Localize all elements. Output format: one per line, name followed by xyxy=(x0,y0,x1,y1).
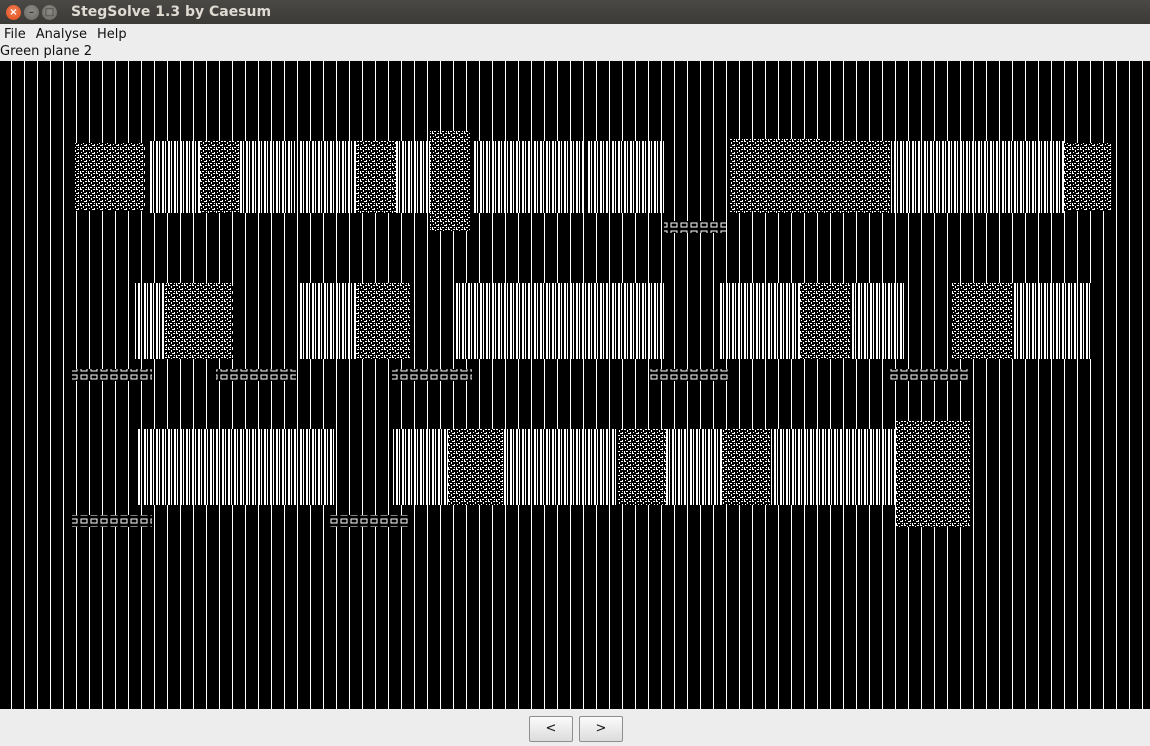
hidden-text-line-2 xyxy=(72,283,1092,381)
previous-plane-button[interactable]: < xyxy=(529,716,573,742)
close-window-button[interactable]: × xyxy=(6,4,21,20)
window-controls: × – □ xyxy=(6,4,57,20)
menu-bar: File Analyse Help xyxy=(0,24,1150,45)
image-viewer xyxy=(0,61,1150,709)
menu-analyse[interactable]: Analyse xyxy=(36,27,87,42)
window-title: StegSolve 1.3 by Caesum xyxy=(71,4,272,20)
menu-help[interactable]: Help xyxy=(97,27,127,42)
bit-plane-image xyxy=(72,131,1112,527)
next-plane-button[interactable]: > xyxy=(579,716,623,742)
plane-label: Green plane 2 xyxy=(0,44,1150,60)
hidden-text-line-1 xyxy=(75,131,1112,233)
menu-file[interactable]: File xyxy=(4,27,26,42)
minimize-window-button[interactable]: – xyxy=(24,4,39,20)
hidden-text-line-3 xyxy=(72,421,970,527)
title-bar: × – □ StegSolve 1.3 by Caesum xyxy=(0,0,1150,24)
navigation-bar: < > xyxy=(0,709,1150,746)
maximize-window-button[interactable]: □ xyxy=(42,4,57,20)
